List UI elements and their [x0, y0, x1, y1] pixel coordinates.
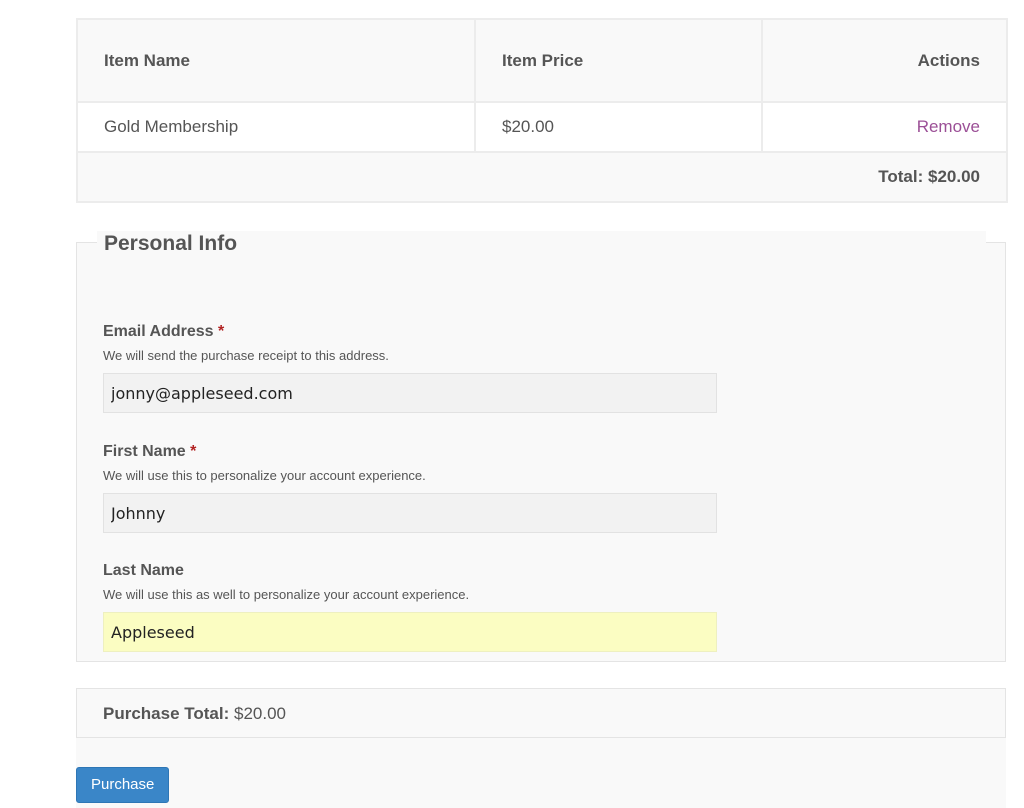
remove-link[interactable]: Remove	[917, 117, 980, 136]
last-name-label-text: Last Name	[103, 562, 184, 579]
header-item-name: Item Name	[76, 18, 476, 103]
personal-info-fieldset: Personal Info Email Address * We will se…	[76, 231, 1006, 662]
email-description: We will send the purchase receipt to thi…	[103, 348, 389, 363]
checkout-form: Item Name Item Price Actions Gold Member…	[76, 18, 1008, 808]
purchase-total: Purchase Total: $20.00	[76, 688, 1006, 738]
item-name-cell: Gold Membership	[76, 101, 476, 153]
submit-area	[76, 738, 1006, 808]
header-item-price: Item Price	[474, 18, 763, 103]
purchase-button[interactable]: Purchase	[76, 767, 170, 803]
personal-info-legend: Personal Info	[97, 231, 986, 265]
first-name-label: First Name *	[103, 442, 717, 462]
first-name-field-group: First Name * We will use this to persona…	[103, 442, 717, 533]
item-price-cell: $20.00	[474, 101, 763, 153]
last-name-field[interactable]	[103, 612, 717, 652]
email-label-text: Email Address	[103, 323, 214, 340]
item-actions-cell: Remove	[761, 101, 1008, 153]
last-name-label: Last Name	[103, 561, 717, 581]
purchase-total-amount: $20.00	[234, 704, 287, 723]
email-field[interactable]	[103, 373, 717, 413]
first-name-field[interactable]	[103, 493, 717, 533]
email-label: Email Address *	[103, 322, 717, 342]
cart-header-row: Item Name Item Price Actions	[76, 18, 1008, 103]
first-name-label-text: First Name	[103, 443, 186, 460]
required-marker: *	[190, 443, 197, 460]
required-marker: *	[218, 323, 225, 340]
purchase-total-label: Purchase Total:	[103, 704, 230, 723]
cart-total-row: Total: $20.00	[76, 151, 1008, 203]
cart-table: Item Name Item Price Actions Gold Member…	[76, 18, 1008, 203]
table-row: Gold Membership $20.00 Remove	[76, 101, 1008, 153]
last-name-description: We will use this as well to personalize …	[103, 587, 470, 602]
cart-total: Total: $20.00	[76, 151, 1008, 203]
first-name-description: We will use this to personalize your acc…	[103, 468, 426, 483]
last-name-field-group: Last Name We will use this as well to pe…	[103, 561, 717, 652]
email-field-group: Email Address * We will send the purchas…	[103, 322, 717, 413]
header-actions: Actions	[761, 18, 1008, 103]
